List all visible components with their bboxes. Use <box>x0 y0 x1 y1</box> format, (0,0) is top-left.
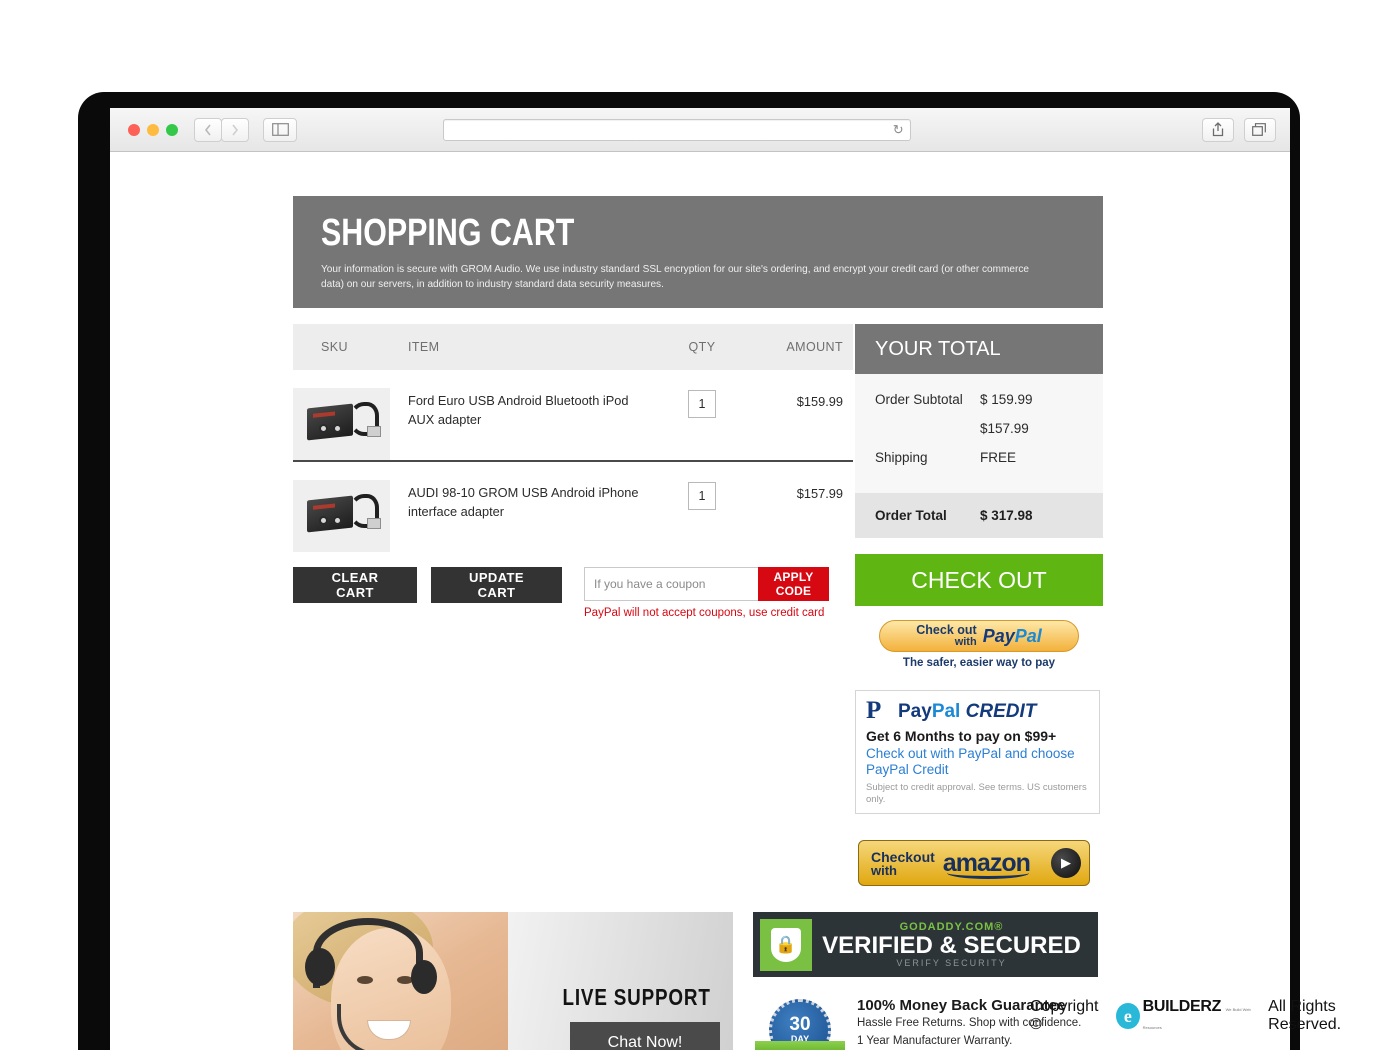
totals-title: YOUR TOTAL <box>855 324 1103 374</box>
address-bar[interactable]: ↻ <box>442 118 911 141</box>
reload-icon[interactable]: ↻ <box>893 122 904 138</box>
paypal-credit-logo-icon: P <box>866 697 882 724</box>
clear-cart-button[interactable]: CLEAR CART <box>293 567 417 603</box>
forward-button[interactable] <box>221 117 249 142</box>
order-total-label: Order Total <box>875 508 947 523</box>
address-input[interactable] <box>443 119 910 140</box>
play-arrow-icon: ▶ <box>1051 848 1081 878</box>
chat-now-button[interactable]: Chat Now! <box>570 1022 720 1050</box>
share-icon <box>1212 122 1224 137</box>
minimize-window-button[interactable] <box>147 123 159 136</box>
guarantee-number: 30 <box>789 1014 811 1036</box>
shipping-label: Shipping <box>875 450 928 465</box>
amazon-line2: with <box>871 862 897 878</box>
coupon-group: APPLY CODE PayPal will not accept coupon… <box>584 567 829 619</box>
back-button[interactable] <box>194 117 222 142</box>
order-totals-panel: YOUR TOTAL Order Subtotal $ 159.99 $157.… <box>855 324 1103 538</box>
second-item-value: $157.99 <box>980 421 1029 436</box>
column-header-item: ITEM <box>408 340 440 354</box>
sidebar-toggle-button[interactable] <box>263 117 297 142</box>
guarantee-badge-icon: 30 DAY <box>755 997 845 1050</box>
product-image[interactable] <box>293 388 390 460</box>
coupon-input[interactable] <box>584 567 758 601</box>
chevron-left-icon <box>204 124 211 135</box>
browser-window: ↻ + SHOPPING CART Your information is se… <box>110 108 1290 1050</box>
paypal-credit-headline: Get 6 Months to pay on $99+ <box>866 728 1057 744</box>
cart-table: SKU ITEM QTY AMOUNT Ford Euro USB Androi… <box>293 324 853 552</box>
paypal-checkout-button[interactable]: Check out with PayPal The safer, easier … <box>855 620 1103 669</box>
table-row: AUDI 98-10 GROM USB Android iPhone inter… <box>293 460 853 552</box>
shipping-value: FREE <box>980 450 1017 465</box>
coupon-note: PayPal will not accept coupons, use cred… <box>584 607 825 619</box>
total-row-second-item: $157.99 <box>875 421 1083 436</box>
quantity-input[interactable]: 1 <box>688 390 716 418</box>
checkout-button[interactable]: CHECK OUT <box>855 554 1103 606</box>
column-header-amount: AMOUNT <box>786 340 843 354</box>
live-support-banner[interactable]: LIVE SUPPORT Chat Now! <box>293 912 733 1050</box>
product-name[interactable]: Ford Euro USB Android Bluetooth iPod AUX… <box>408 388 656 429</box>
maximize-window-button[interactable] <box>166 123 178 136</box>
subtotal-value: $ 159.99 <box>980 392 1033 407</box>
paypal-credit-banner[interactable]: P PayPal CREDIT Get 6 Months to pay on $… <box>855 690 1100 814</box>
live-support-title: LIVE SUPPORT <box>562 984 711 1010</box>
show-tabs-button[interactable] <box>1243 117 1276 142</box>
order-total-value: $ 317.98 <box>980 508 1033 523</box>
page-content: SHOPPING CART Your information is secure… <box>110 152 1290 1050</box>
guarantee-line2: 1 Year Manufacturer Warranty. <box>857 1034 1013 1047</box>
copyright-overlay: Copyright © e BUILDERZ We Build Web Reso… <box>1030 998 1400 1034</box>
paypal-credit-title: PayPal CREDIT <box>898 700 1037 722</box>
product-amount: $159.99 <box>796 394 843 409</box>
ebuilderz-wordmark: BUILDERZ <box>1142 998 1222 1015</box>
tabs-icon <box>1252 123 1267 136</box>
godaddy-sub-label: VERIFY SECURITY <box>896 958 1007 969</box>
product-image[interactable] <box>293 480 390 552</box>
window-controls[interactable] <box>128 123 178 136</box>
table-row: Ford Euro USB Android Bluetooth iPod AUX… <box>293 370 853 460</box>
support-agent-photo <box>293 912 508 1050</box>
ebuilderz-mark-icon: e <box>1116 1003 1140 1029</box>
paypal-credit-fineprint: Subject to credit approval. See terms. U… <box>866 782 1087 806</box>
browser-toolbar: ↻ + <box>110 108 1290 152</box>
quantity-input[interactable]: 1 <box>688 482 716 510</box>
lock-shield-icon: 🔒 <box>760 918 812 971</box>
sidebar-icon <box>271 123 289 136</box>
godaddy-main-label: VERIFIED & SECURED <box>822 931 1081 959</box>
update-cart-button[interactable]: UPDATE CART <box>431 567 562 603</box>
paypal-credit-subline: Check out with PayPal and choose PayPal … <box>866 746 1075 778</box>
total-row-shipping: Shipping FREE <box>875 450 1083 465</box>
second-item-label <box>875 421 980 436</box>
chevron-right-icon <box>232 124 239 135</box>
product-amount: $157.99 <box>796 486 843 501</box>
product-name[interactable]: AUDI 98-10 GROM USB Android iPhone inter… <box>408 480 656 521</box>
paypal-logo: PayPal <box>982 625 1042 646</box>
column-header-qty: QTY <box>688 340 716 354</box>
order-total-row: Order Total $ 317.98 <box>855 493 1103 538</box>
security-description: Your information is secure with GROM Aud… <box>321 263 1030 291</box>
paypal-checkout-line2: with <box>954 635 977 648</box>
totals-body: Order Subtotal $ 159.99 $157.99 Shipping… <box>855 374 1103 493</box>
page-title: SHOPPING CART <box>321 212 575 254</box>
total-row-subtotal: Order Subtotal $ 159.99 <box>875 392 1083 407</box>
godaddy-verified-badge: 🔒 GODADDY.COM® VERIFIED & SECURED VERIFY… <box>753 912 1098 977</box>
cart-actions: CLEAR CART UPDATE CART APPLY CODE PayPal… <box>293 567 853 619</box>
close-window-button[interactable] <box>128 123 140 136</box>
subtotal-label: Order Subtotal <box>875 392 963 407</box>
share-button[interactable] <box>1201 117 1234 142</box>
amazon-checkout-button[interactable]: Checkout with amazon ▶ <box>858 840 1090 886</box>
column-header-sku: SKU <box>321 340 348 354</box>
ebuilderz-logo: e BUILDERZ We Build Web Resources <box>1116 998 1259 1034</box>
paypal-tagline: The safer, easier way to pay <box>902 657 1056 669</box>
cart-table-header: SKU ITEM QTY AMOUNT <box>293 324 853 370</box>
amazon-logo: amazon <box>942 848 1031 879</box>
toolbar-right-tools <box>1201 117 1276 142</box>
shopping-cart-banner: SHOPPING CART Your information is secure… <box>293 196 1103 308</box>
copyright-prefix: Copyright © <box>1030 998 1099 1033</box>
copyright-suffix: All Rights Reserved. <box>1268 998 1342 1033</box>
apply-code-button[interactable]: APPLY CODE <box>758 567 829 601</box>
